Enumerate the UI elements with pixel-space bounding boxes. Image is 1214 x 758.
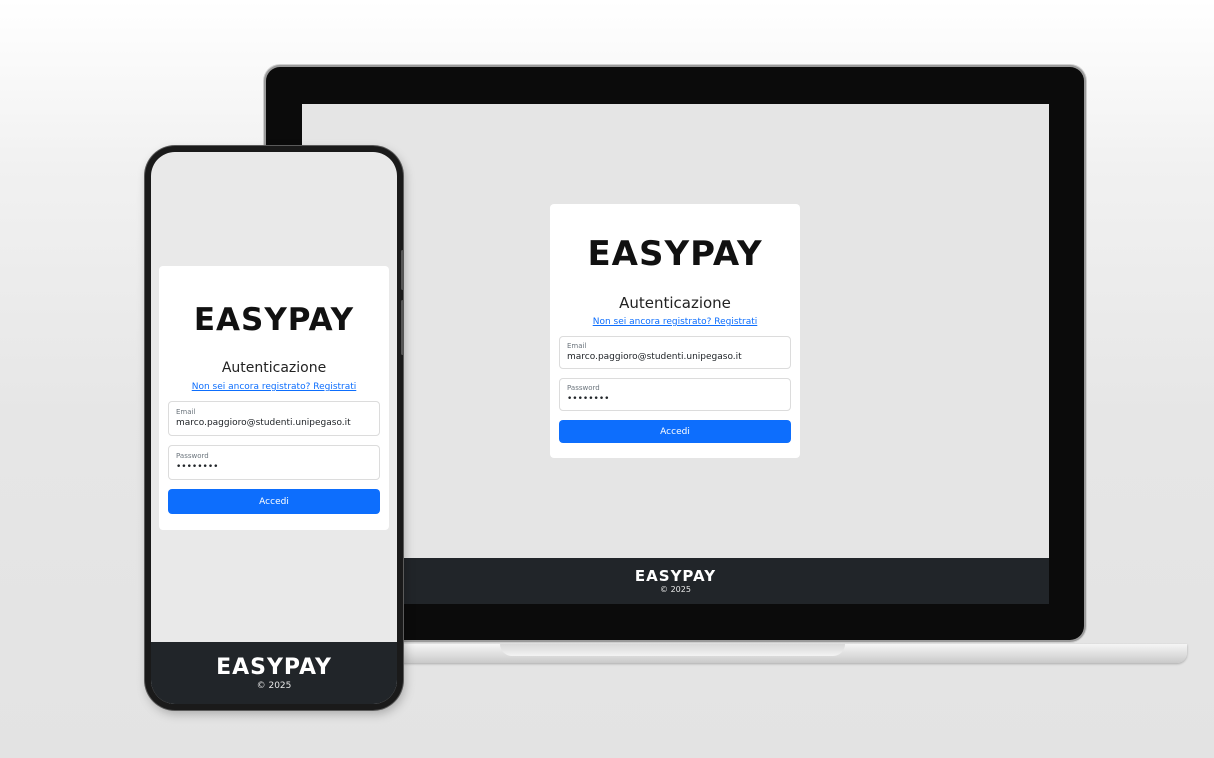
email-field[interactable]: Email marco.paggioro@studenti.unipegaso.…: [168, 401, 380, 436]
password-label: Password: [176, 452, 209, 460]
page-title: Autenticazione: [221, 360, 327, 376]
brand-logo: EASYPAY: [193, 302, 355, 338]
email-label: Email: [176, 408, 196, 416]
footer-copyright: © 2025: [660, 584, 691, 594]
password-label: Password: [567, 384, 600, 392]
email-label: Email: [567, 342, 587, 350]
phone-side-button: [401, 300, 404, 355]
password-input[interactable]: ••••••••: [567, 393, 783, 405]
password-field[interactable]: Password ••••••••: [559, 378, 791, 411]
email-input[interactable]: marco.paggioro@studenti.unipegaso.it: [567, 351, 783, 363]
phone-side-button: [401, 250, 404, 290]
register-link[interactable]: Non sei ancora registrato? Registrati: [168, 382, 380, 392]
email-input[interactable]: marco.paggioro@studenti.unipegaso.it: [176, 417, 372, 429]
site-footer: EASYPAY © 2025: [302, 558, 1049, 604]
site-footer: EASYPAY © 2025: [151, 642, 397, 704]
password-field[interactable]: Password ••••••••: [168, 445, 380, 480]
footer-copyright: © 2025: [256, 680, 292, 691]
email-field[interactable]: Email marco.paggioro@studenti.unipegaso.…: [559, 336, 791, 369]
phone-screen: EASYPAY Autenticazione Non sei ancora re…: [151, 152, 397, 704]
register-link[interactable]: Non sei ancora registrato? Registrati: [559, 317, 791, 327]
password-input[interactable]: ••••••••: [176, 461, 372, 473]
footer-logo: EASYPAY: [634, 566, 717, 585]
login-card: EASYPAY Autenticazione Non sei ancora re…: [550, 204, 800, 458]
login-card: EASYPAY Autenticazione Non sei ancora re…: [159, 266, 389, 530]
footer-logo: EASYPAY: [216, 654, 332, 680]
laptop-screen: EASYPAY Autenticazione Non sei ancora re…: [302, 104, 1049, 604]
page-title: Autenticazione: [619, 294, 731, 312]
login-button[interactable]: Accedi: [559, 420, 791, 443]
login-button[interactable]: Accedi: [168, 489, 380, 514]
laptop-base-notch: [500, 644, 845, 656]
brand-logo: EASYPAY: [587, 234, 763, 274]
